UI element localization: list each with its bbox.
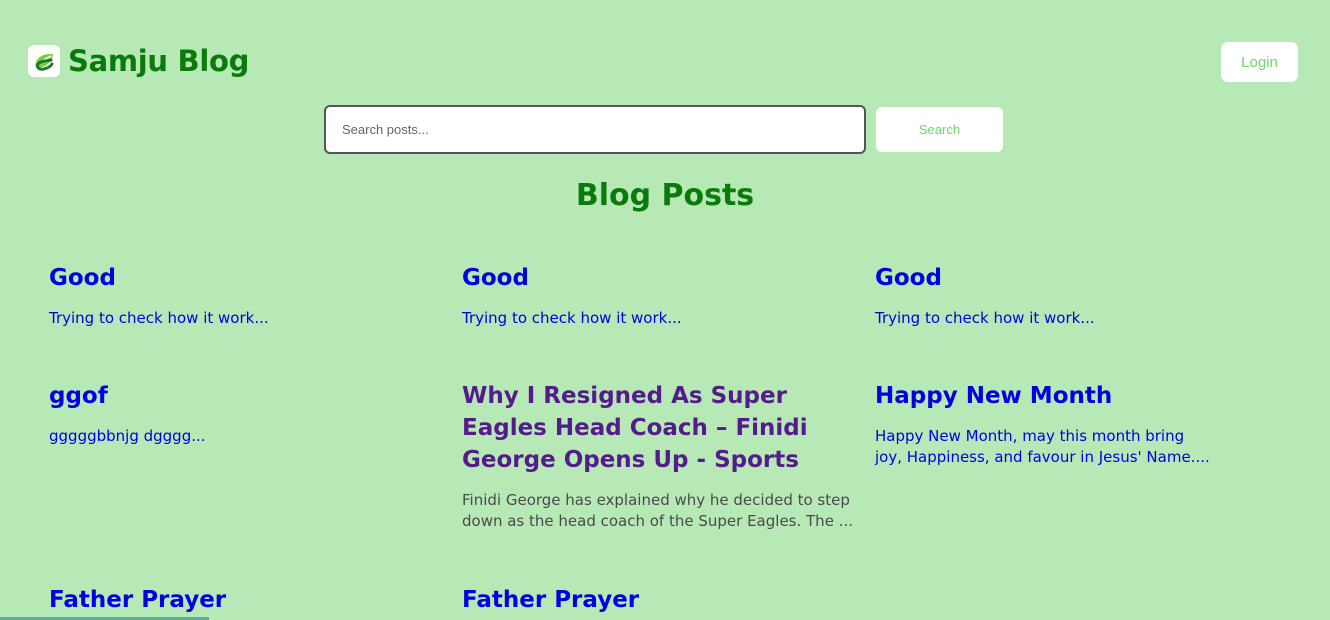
post-card: ggof gggggbbnjg dgggg... [49,380,449,447]
post-excerpt: Finidi George has explained why he decid… [462,491,853,530]
post-excerpt: Trying to check how it work... [462,309,682,327]
post-title-link[interactable]: Happy New Month [875,380,1215,412]
post-title-link[interactable]: Father Prayer [462,584,862,616]
search-input[interactable] [324,105,866,154]
post-title-link[interactable]: Why I Resigned As Super Eagles Head Coac… [462,380,857,476]
post-title-link[interactable]: Good [462,262,862,294]
post-excerpt: gggggbbnjg dgggg... [49,427,206,445]
brand[interactable]: Samju Blog [28,44,249,78]
page-title: Blog Posts [575,178,755,213]
post-card: Why I Resigned As Super Eagles Head Coac… [462,380,857,532]
post-card: Good Trying to check how it work... [49,262,449,329]
post-excerpt: Trying to check how it work... [875,309,1095,327]
brand-name: Samju Blog [68,44,250,78]
post-title-link[interactable]: Father Prayer [49,584,449,616]
post-excerpt: Trying to check how it work... [49,309,269,327]
post-card: Good Trying to check how it work... [462,262,862,329]
post-title-link[interactable]: Good [875,262,1275,294]
header: Samju Blog Login [0,0,1330,100]
post-card: Happy New Month Happy New Month, may thi… [875,380,1215,468]
post-title-link[interactable]: Good [49,262,449,294]
search-button[interactable]: Search [876,107,1003,152]
login-button[interactable]: Login [1221,42,1298,82]
post-card: Good Trying to check how it work... [875,262,1275,329]
post-title-link[interactable]: ggof [49,380,449,412]
post-excerpt: Happy New Month, may this month bring jo… [875,427,1210,466]
post-card: Father Prayer [462,584,862,616]
leaf-logo-icon [28,45,60,77]
post-card: Father Prayer [49,584,449,616]
